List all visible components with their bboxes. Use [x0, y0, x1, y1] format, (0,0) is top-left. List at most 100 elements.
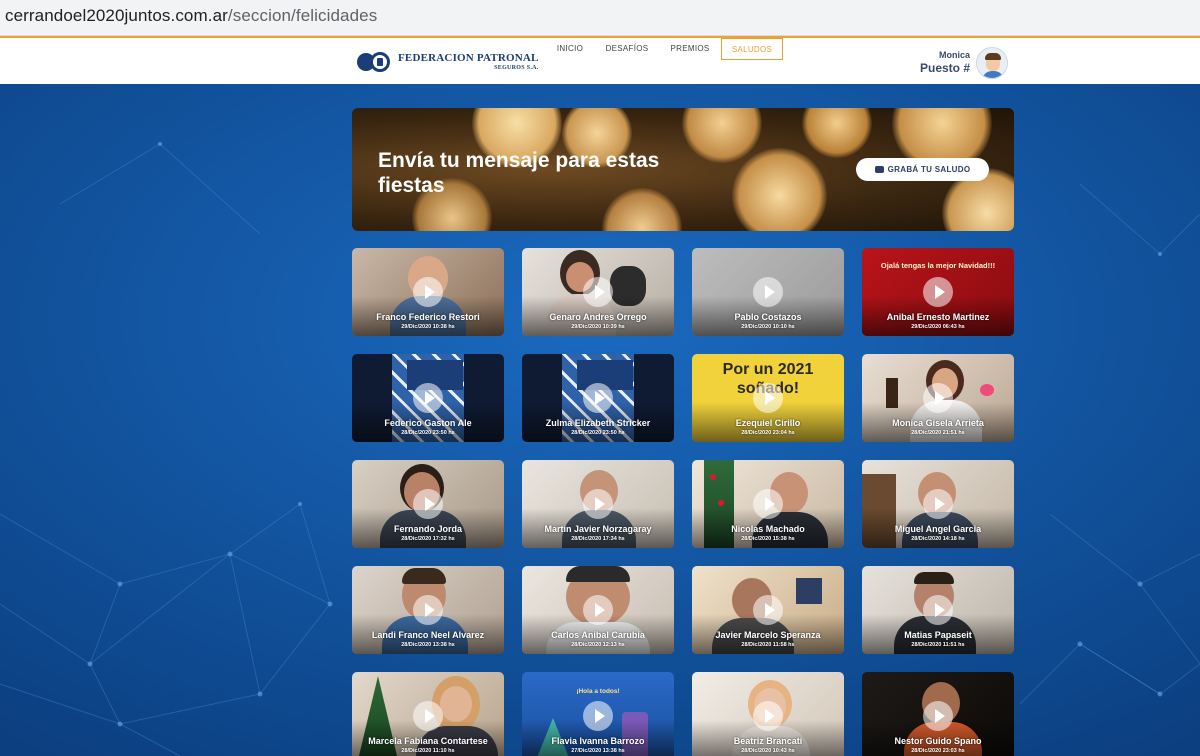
video-author: Matias Papaseit: [904, 630, 972, 640]
video-card[interactable]: Ojalá tengas la mejor Navidad!!! Anibal …: [862, 248, 1014, 336]
federacion-patronal-logo[interactable]: FEDERACION PATRONAL SEGUROS S.A.: [357, 50, 539, 74]
video-date: 28/Dic/2020 21:51 hs: [911, 430, 965, 436]
play-icon[interactable]: [923, 277, 953, 307]
video-date: 28/Dic/2020 11:51 hs: [911, 642, 965, 648]
play-icon[interactable]: [583, 489, 613, 519]
nav-saludos[interactable]: SALUDOS: [721, 38, 783, 60]
play-icon[interactable]: [923, 383, 953, 413]
video-date: 28/Dic/2020 11:58 hs: [741, 642, 795, 648]
video-date: 29/Dic/2020 06:43 hs: [911, 324, 965, 330]
video-author: Federico Gaston Ale: [384, 418, 472, 428]
play-icon[interactable]: [753, 701, 783, 731]
logo-line1: FEDERACION PATRONAL: [398, 51, 539, 64]
video-date: 28/Dic/2020 11:10 hs: [401, 748, 455, 754]
camera-icon: [874, 166, 884, 173]
video-author: Ezequiel Cirillo: [735, 418, 801, 428]
video-card[interactable]: Monica Gisela Arrieta 28/Dic/2020 21:51 …: [862, 354, 1014, 442]
video-card[interactable]: Landi Franco Neel Alvarez 28/Dic/2020 13…: [352, 566, 504, 654]
play-icon[interactable]: [753, 383, 783, 413]
play-icon[interactable]: [413, 277, 443, 307]
video-date: 28/Dic/2020 23:04 hs: [741, 430, 795, 436]
video-card[interactable]: Franco Federico Restori 29/Dic/2020 10:3…: [352, 248, 504, 336]
video-date: 27/Dic/2020 13:38 hs: [571, 748, 625, 754]
video-card[interactable]: Genaro Andres Orrego 29/Dic/2020 10:39 h…: [522, 248, 674, 336]
video-card[interactable]: Federico Gaston Ale 28/Dic/2020 23:50 hs: [352, 354, 504, 442]
video-card[interactable]: Nicolas Machado 28/Dic/2020 15:38 hs: [692, 460, 844, 548]
video-date: 28/Dic/2020 17:32 hs: [401, 536, 455, 542]
play-icon[interactable]: [413, 489, 443, 519]
video-author: Beatriz Brancati: [733, 736, 803, 746]
video-card[interactable]: Zulma Elizabeth Stricker 28/Dic/2020 23:…: [522, 354, 674, 442]
video-author: Franco Federico Restori: [376, 312, 480, 322]
banner-title: Envía tu mensaje para estas fiestas: [378, 149, 660, 197]
play-icon[interactable]: [413, 595, 443, 625]
url-text[interactable]: cerrandoel2020juntos.com.ar/seccion/feli…: [5, 6, 377, 26]
nav-inicio[interactable]: INICIO: [552, 38, 588, 60]
play-icon[interactable]: [923, 489, 953, 519]
logo-line2: SEGUROS S.A.: [494, 64, 539, 71]
user-name: Monica: [938, 50, 970, 60]
greeting-banner: Envía tu mensaje para estas fiestas GRAB…: [352, 108, 1014, 231]
video-author: Miguel Angel Garcia: [894, 524, 982, 534]
logo-mark-icon: [357, 51, 393, 73]
play-icon[interactable]: [753, 277, 783, 307]
play-icon[interactable]: [753, 489, 783, 519]
video-author: Monica Gisela Arrieta: [892, 418, 984, 428]
avatar[interactable]: [976, 47, 1008, 79]
video-card[interactable]: Fernando Jorda 28/Dic/2020 17:32 hs: [352, 460, 504, 548]
video-card[interactable]: Por un 2021 soñado! Ezequiel Cirillo 28/…: [692, 354, 844, 442]
video-card[interactable]: Martin Javier Norzagaray 28/Dic/2020 17:…: [522, 460, 674, 548]
video-card[interactable]: Pablo Costazos 29/Dic/2020 10:10 hs: [692, 248, 844, 336]
video-author: Nicolas Machado: [731, 524, 805, 534]
play-icon[interactable]: [923, 595, 953, 625]
nav-desafios[interactable]: DESAFÍOS: [603, 38, 651, 60]
record-greeting-label: GRABÁ TU SALUDO: [887, 165, 971, 174]
video-card[interactable]: Miguel Angel Garcia 28/Dic/2020 14:18 hs: [862, 460, 1014, 548]
video-author: Marcela Fabiana Contartese: [368, 736, 488, 746]
record-greeting-button[interactable]: GRABÁ TU SALUDO: [856, 158, 989, 181]
video-card[interactable]: Matias Papaseit 28/Dic/2020 11:51 hs: [862, 566, 1014, 654]
video-date: 28/Dic/2020 10:43 hs: [741, 748, 795, 754]
video-author: Landi Franco Neel Alvarez: [371, 630, 485, 640]
play-icon[interactable]: [583, 701, 613, 731]
url-path: /seccion/felicidades: [227, 6, 378, 25]
video-date: 28/Dic/2020 17:34 hs: [571, 536, 625, 542]
user-info[interactable]: Monica Puesto #: [920, 50, 970, 75]
video-card[interactable]: ¡Hola a todos! Flavia Ivanna Barrozo 27/…: [522, 672, 674, 756]
video-author: Anibal Ernesto Martinez: [886, 312, 990, 322]
video-author: Carlos Anibal Carubia: [551, 630, 645, 640]
video-date: 28/Dic/2020 23:03 hs: [911, 748, 965, 754]
video-card[interactable]: Nestor Guido Spano 28/Dic/2020 23:03 hs: [862, 672, 1014, 756]
video-overlay-text: Ojalá tengas la mejor Navidad!!!: [880, 261, 996, 270]
video-author: Genaro Andres Orrego: [549, 312, 647, 322]
video-card[interactable]: Beatriz Brancati 28/Dic/2020 10:43 hs: [692, 672, 844, 756]
nav-premios[interactable]: PREMIOS: [667, 38, 713, 60]
video-card[interactable]: Carlos Anibal Carubia 28/Dic/2020 12:13 …: [522, 566, 674, 654]
browser-address-bar[interactable]: cerrandoel2020juntos.com.ar/seccion/feli…: [0, 0, 1200, 36]
video-card[interactable]: Marcela Fabiana Contartese 28/Dic/2020 1…: [352, 672, 504, 756]
play-icon[interactable]: [753, 595, 783, 625]
video-author: Nestor Guido Spano: [894, 736, 982, 746]
video-date: 29/Dic/2020 10:39 hs: [571, 324, 625, 330]
play-icon[interactable]: [923, 701, 953, 731]
video-date: 28/Dic/2020 23:50 hs: [571, 430, 625, 436]
site-header: FEDERACION PATRONAL SEGUROS S.A. INICIO …: [0, 36, 1200, 84]
video-date: 28/Dic/2020 15:38 hs: [741, 536, 795, 542]
video-date: 28/Dic/2020 13:38 hs: [401, 642, 455, 648]
url-host: cerrandoel2020juntos.com.ar: [5, 6, 228, 25]
play-icon[interactable]: [583, 595, 613, 625]
video-date: 28/Dic/2020 12:13 hs: [571, 642, 625, 648]
video-author: Pablo Costazos: [734, 312, 802, 322]
video-date: 28/Dic/2020 23:50 hs: [401, 430, 455, 436]
video-author: Flavia Ivanna Barrozo: [551, 736, 645, 746]
play-icon[interactable]: [413, 701, 443, 731]
video-card[interactable]: Javier Marcelo Speranza 28/Dic/2020 11:5…: [692, 566, 844, 654]
video-author: Javier Marcelo Speranza: [715, 630, 821, 640]
video-date: 28/Dic/2020 14:18 hs: [911, 536, 965, 542]
video-date: 29/Dic/2020 10:10 hs: [741, 324, 795, 330]
play-icon[interactable]: [583, 383, 613, 413]
video-date: 29/Dic/2020 10:38 hs: [401, 324, 455, 330]
play-icon[interactable]: [413, 383, 443, 413]
play-icon[interactable]: [583, 277, 613, 307]
video-author: Martin Javier Norzagaray: [544, 524, 652, 534]
